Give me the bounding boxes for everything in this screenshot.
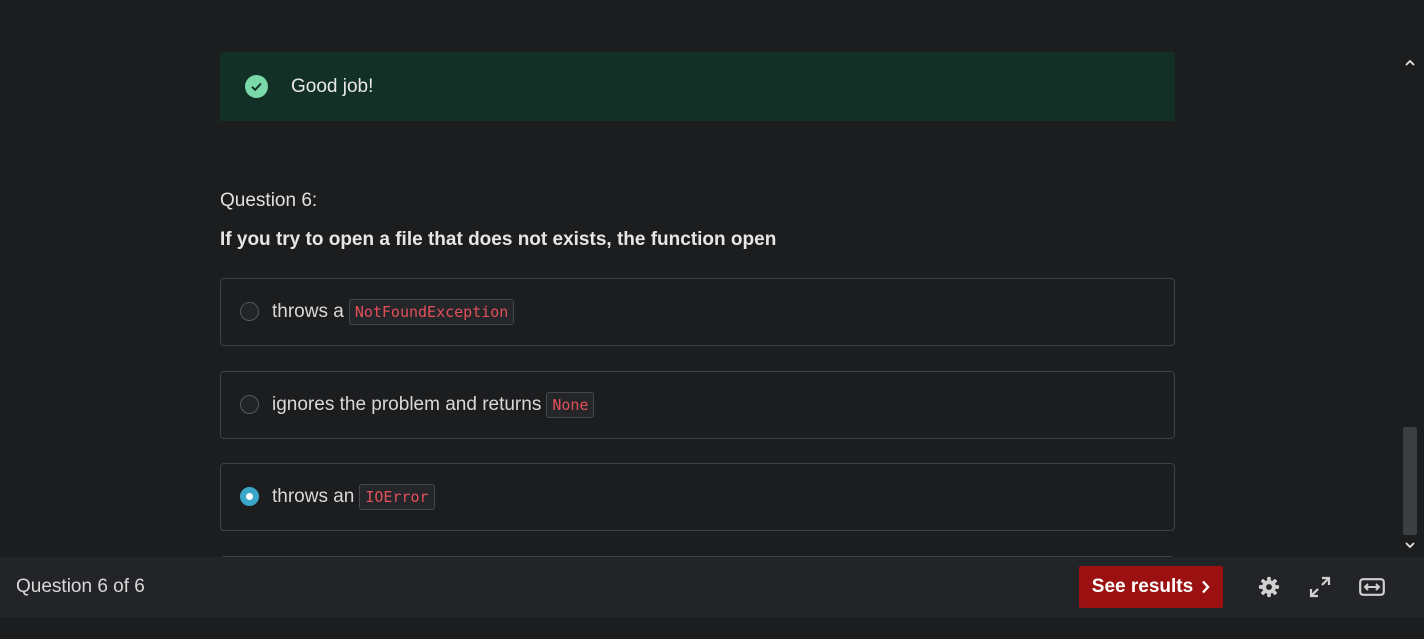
gear-icon[interactable] <box>1256 574 1282 600</box>
option-code: IOError <box>359 484 435 510</box>
feedback-message: Good job! <box>291 76 374 97</box>
scrollbar[interactable] <box>1400 52 1420 555</box>
scroll-up-icon[interactable] <box>1400 52 1420 72</box>
see-results-label: See results <box>1091 576 1194 597</box>
scroll-thumb[interactable] <box>1403 427 1417 535</box>
chevron-right-icon <box>1201 580 1210 594</box>
answer-option-2[interactable]: ignores the problem and returns None <box>220 371 1175 439</box>
quiz-scroll-area: Good job! Question 6: If you try to open… <box>0 0 1400 557</box>
answer-option-1[interactable]: throws a NotFoundException <box>220 278 1175 346</box>
answer-option-3[interactable]: throws an IOError <box>220 463 1175 531</box>
option-text: throws a <box>272 301 344 322</box>
radio-button[interactable] <box>240 302 259 321</box>
option-code: None <box>546 392 595 418</box>
question-text: If you try to open a file that does not … <box>220 229 777 250</box>
progress-label: Question 6 of 6 <box>16 576 145 597</box>
expand-icon[interactable] <box>1307 574 1333 600</box>
quiz-footer: Question 6 of 6 See results <box>0 557 1424 617</box>
option-text: ignores the problem and returns <box>272 394 542 415</box>
option-code: NotFoundException <box>348 299 515 325</box>
radio-button[interactable] <box>240 395 259 414</box>
see-results-button[interactable]: See results <box>1079 566 1223 608</box>
radio-button-selected[interactable] <box>240 487 259 506</box>
question-number: Question 6: <box>220 190 318 211</box>
width-toggle-icon[interactable] <box>1359 574 1385 600</box>
check-circle-icon <box>245 75 268 98</box>
footer-bottom-strip <box>0 617 1424 639</box>
scroll-down-icon[interactable] <box>1400 535 1420 555</box>
option-text: throws an <box>272 486 355 507</box>
